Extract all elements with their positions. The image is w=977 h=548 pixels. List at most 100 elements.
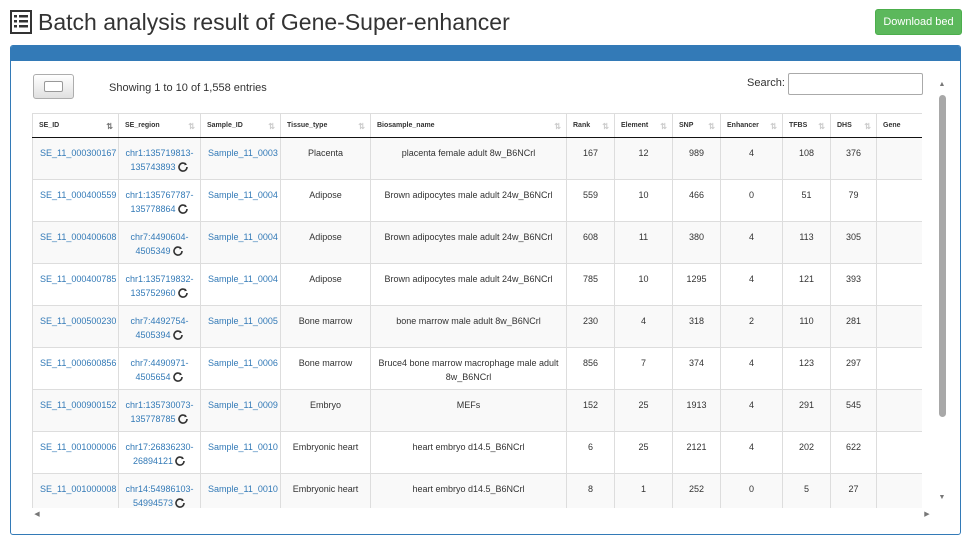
page-length-button[interactable] [33,74,74,99]
element-cell: 4 [614,305,673,348]
se-region-cell: chr1:135719832- 135752960 [118,263,201,306]
se-id-cell: SE_11_000300167 [32,137,119,180]
se-region-cell: chr1:135719813- 135743893 [118,137,201,180]
sort-icon: ⇅ [660,122,667,131]
dhs-cell: 622 [830,431,877,474]
rank-cell: 152 [566,389,615,432]
sample-id-link[interactable]: Sample_11_0004 [208,190,278,200]
biosample-name-cell: MEFs [370,389,567,432]
refresh-icon[interactable] [172,245,184,257]
vertical-scrollbar[interactable]: ▲ ▼ [937,80,947,503]
snp-cell: 989 [672,137,721,180]
scroll-down-icon[interactable]: ▼ [937,493,947,503]
snp-cell: 380 [672,221,721,264]
se-id-link[interactable]: SE_11_000900152 [40,400,116,410]
sort-icon: ⇅ [554,122,561,131]
column-header-snp[interactable]: SNP ⇅ [672,113,721,138]
page-length-icon [44,81,63,92]
column-header-se-id[interactable]: SE_ID ⇅ [32,113,119,138]
enhancer-cell: 4 [720,221,783,264]
biosample-name-cell: heart embryo d14.5_B6NCrl [370,473,567,508]
tissue-type-cell: Embryonic heart [280,473,371,508]
tissue-type-cell: Adipose [280,179,371,222]
refresh-icon[interactable] [174,455,186,467]
horizontal-scrollbar[interactable]: ◀ ▶ [32,509,932,521]
sample-id-cell: Sample_11_0004 [200,263,281,306]
se-id-link[interactable]: SE_11_000300167 [40,148,116,158]
sort-icon: ⇅ [708,122,715,131]
snp-cell: 318 [672,305,721,348]
snp-cell: 1295 [672,263,721,306]
sample-id-link[interactable]: Sample_11_0009 [208,400,278,410]
table-row: SE_11_000300167 chr1:135719813- 135743893 S… [32,137,922,180]
se-id-link[interactable]: SE_11_001000008 [40,484,116,494]
se-id-link[interactable]: SE_11_000400559 [40,190,116,200]
sort-icon: ⇅ [864,122,871,131]
scrollbar-thumb[interactable] [939,95,946,417]
refresh-icon[interactable] [177,287,189,299]
tfbs-cell: 291 [782,389,831,432]
column-header-gene[interactable]: Gene⇅ [876,113,922,138]
sample-id-cell: Sample_11_0006 [200,347,281,390]
rank-cell: 167 [566,137,615,180]
scroll-right-icon[interactable]: ▶ [922,509,932,521]
sample-id-link[interactable]: Sample_11_0010 [208,442,278,452]
sample-id-cell: Sample_11_0009 [200,389,281,432]
tfbs-cell: 108 [782,137,831,180]
results-panel: Showing 1 to 10 of 1,558 entries Search:… [10,45,961,535]
se-id-link[interactable]: SE_11_000400608 [40,232,116,242]
sample-id-link[interactable]: Sample_11_0003 [208,148,278,158]
sample-id-link[interactable]: Sample_11_0004 [208,232,278,242]
gene-cell [876,305,922,348]
column-header-sample-id[interactable]: Sample_ID ⇅ [200,113,281,138]
element-cell: 7 [614,347,673,390]
column-header-tissue-type[interactable]: Tissue_type ⇅ [280,113,371,138]
refresh-icon[interactable] [177,203,189,215]
gene-cell [876,389,922,432]
table-header-row: SE_ID ⇅ SE_region ⇅ Sample_ID ⇅ Tissue_type… [32,113,922,138]
se-region-cell: chr17:26836230- 26894121 [118,431,201,474]
enhancer-cell: 4 [720,137,783,180]
enhancer-cell: 4 [720,431,783,474]
dhs-cell: 545 [830,389,877,432]
results-table-container[interactable]: SE_ID ⇅ SE_region ⇅ Sample_ID ⇅ Tissue_type… [32,113,922,508]
gene-cell [876,221,922,264]
scroll-left-icon[interactable]: ◀ [32,509,42,521]
search-input[interactable] [788,73,923,95]
enhancer-cell: 4 [720,263,783,306]
column-header-enhancer[interactable]: Enhancer ⇅ [720,113,783,138]
sample-id-link[interactable]: Sample_11_0010 [208,484,278,494]
element-cell: 25 [614,431,673,474]
sample-id-link[interactable]: Sample_11_0006 [208,358,278,368]
element-cell: 25 [614,389,673,432]
sample-id-cell: Sample_11_0004 [200,221,281,264]
se-id-link[interactable]: SE_11_000500230 [40,316,116,326]
column-header-se-region[interactable]: SE_region ⇅ [118,113,201,138]
refresh-icon[interactable] [172,371,184,383]
refresh-icon[interactable] [172,329,184,341]
se-id-cell: SE_11_001000006 [32,431,119,474]
refresh-icon[interactable] [177,161,189,173]
se-id-link[interactable]: SE_11_001000006 [40,442,116,452]
gene-cell [876,473,922,508]
snp-cell: 466 [672,179,721,222]
gene-cell [876,263,922,306]
column-header-rank[interactable]: Rank ⇅ [566,113,615,138]
sample-id-link[interactable]: Sample_11_0005 [208,316,278,326]
tissue-type-cell: Adipose [280,221,371,264]
se-id-link[interactable]: SE_11_000600856 [40,358,116,368]
dhs-cell: 376 [830,137,877,180]
scroll-up-icon[interactable]: ▲ [937,80,947,90]
se-id-link[interactable]: SE_11_000400785 [40,274,116,284]
element-cell: 10 [614,179,673,222]
download-bed-button[interactable]: Download bed [875,9,962,35]
se-region-cell: chr7:4492754- 4505394 [118,305,201,348]
column-header-dhs[interactable]: DHS ⇅ [830,113,877,138]
refresh-icon[interactable] [174,497,186,508]
sample-id-link[interactable]: Sample_11_0004 [208,274,278,284]
column-header-element[interactable]: Element ⇅ [614,113,673,138]
refresh-icon[interactable] [177,413,189,425]
tissue-type-cell: Placenta [280,137,371,180]
column-header-biosample-name[interactable]: Biosample_name ⇅ [370,113,567,138]
column-header-tfbs[interactable]: TFBS ⇅ [782,113,831,138]
